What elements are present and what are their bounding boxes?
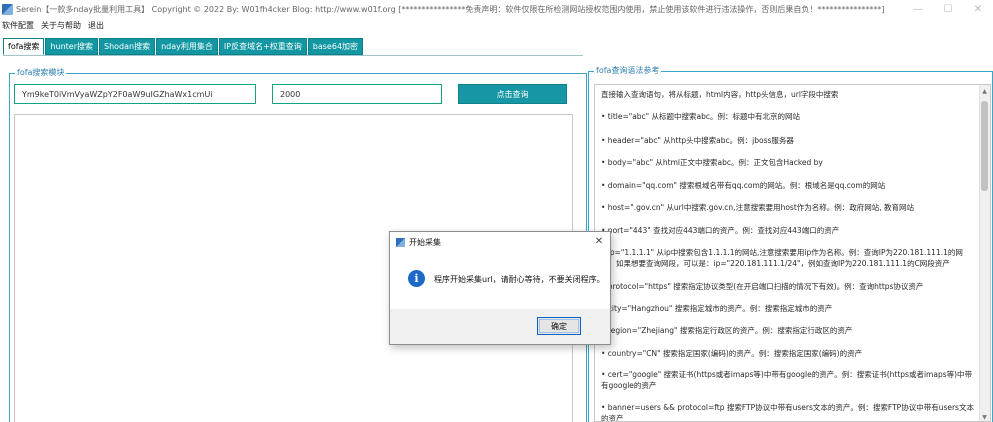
- tab-nday-collection[interactable]: nday利用集合: [156, 38, 218, 55]
- tab-strip: fofa搜索 hunter搜索 Shodan搜索 nday利用集合 IP反查域名…: [3, 38, 364, 55]
- tab-ip-reverse-domain[interactable]: IP反查域名+权重查询: [218, 38, 307, 55]
- reference-line: • country="CN" 搜索指定国家(编码)的资产。例：搜索指定国家(编码…: [601, 349, 863, 358]
- dialog-title-bar: 开始采集 ✕: [390, 232, 610, 252]
- scroll-up-icon[interactable]: ▲: [979, 85, 990, 97]
- reference-line: • header="abc" 从http头中搜索abc。例：jboss服务器: [601, 136, 794, 145]
- start-collection-dialog: 开始采集 ✕ i 程序开始采集url，请耐心等待，不要关闭程序。 确定: [389, 231, 611, 345]
- reference-line: • cert="google" 搜索证书(https或者imaps等)中带有go…: [601, 370, 973, 390]
- syntax-reference-text[interactable]: 直接输入查询语句，将从标题，html内容，http头信息，url字段中搜索 • …: [594, 84, 991, 422]
- window-title: Serein【一款多nday批量利用工具】 Copyright © 2022 B…: [16, 4, 885, 14]
- reference-line: • title="abc" 从标题中搜索abc。例：标题中有北京的网站: [601, 112, 800, 121]
- reference-line: • host=".gov.cn" 从url中搜索.gov.cn,注意搜索要用ho…: [601, 203, 915, 212]
- reference-line: • port="443" 查找对应443端口的资产。例：查找对应443端口的资产: [601, 226, 840, 235]
- query-input[interactable]: Ym9keT0iVmVyaWZpY2F0aW9uIGZhaWx1cmUi: [14, 84, 256, 104]
- scroll-thumb[interactable]: [981, 101, 988, 191]
- reference-legend: fofa查询语法参考: [596, 66, 660, 75]
- ok-button[interactable]: 确定: [537, 317, 581, 335]
- tab-base64-encode[interactable]: base64加密: [307, 38, 364, 55]
- query-button[interactable]: 点击查询: [458, 84, 567, 104]
- tab-shodan-search[interactable]: Shodan搜索: [99, 38, 156, 55]
- dialog-close-icon[interactable]: ✕: [592, 234, 606, 248]
- menu-bar: 软件配置 关于与帮助 退出: [0, 18, 109, 32]
- reference-scrollbar[interactable]: ▲ ▼: [979, 85, 990, 421]
- menu-about-help[interactable]: 关于与帮助: [39, 20, 86, 31]
- dialog-title: 开始采集: [409, 237, 441, 247]
- menu-exit[interactable]: 退出: [86, 20, 109, 31]
- result-count-input[interactable]: 2000: [272, 84, 442, 104]
- reference-line: • region="Zhejiang" 搜索指定行政区的资产。例：搜索指定行政区…: [601, 326, 853, 335]
- title-bar: Serein【一款多nday批量利用工具】 Copyright © 2022 B…: [0, 0, 993, 18]
- reference-line: • ip="1.1.1.1" 从ip中搜索包含1.1.1.1的网站,注意搜索要用…: [601, 248, 963, 268]
- reference-line: • body="abc" 从html正文中搜索abc。例：正文包含Hacked …: [601, 158, 823, 167]
- search-module-legend: fofa搜索模块: [17, 68, 65, 77]
- reference-line: • domain="qq.com" 搜索根域名带有qq.com的网站。例：根域名…: [601, 181, 886, 190]
- reference-line: • protocol="https" 搜索指定协议类型(在开启端口扫描的情况下有…: [601, 282, 924, 291]
- app-logo-icon: [396, 237, 405, 247]
- info-icon: i: [408, 270, 425, 287]
- tab-fofa-search[interactable]: fofa搜索: [3, 38, 45, 55]
- dialog-footer: 确定: [390, 309, 610, 344]
- reference-line: 直接输入查询语句，将从标题，html内容，http头信息，url字段中搜索: [601, 90, 839, 99]
- scroll-down-icon[interactable]: ▼: [979, 411, 990, 421]
- tab-hunter-search[interactable]: hunter搜索: [45, 38, 98, 55]
- reference-line: • city="Hangzhou" 搜索指定城市的资产。例：搜索指定城市的资产: [601, 304, 833, 313]
- menu-software-config[interactable]: 软件配置: [0, 20, 39, 31]
- dialog-message: 程序开始采集url，请耐心等待，不要关闭程序。: [434, 275, 605, 284]
- minimize-button[interactable]: —: [903, 0, 933, 18]
- app-logo-icon: [2, 3, 13, 15]
- maximize-button[interactable]: ☐: [933, 0, 963, 18]
- close-window-button[interactable]: ✕: [963, 0, 993, 18]
- reference-line: • banner=users && protocol=ftp 搜索FTP协议中带…: [601, 403, 974, 422]
- tab-divider: [3, 55, 583, 56]
